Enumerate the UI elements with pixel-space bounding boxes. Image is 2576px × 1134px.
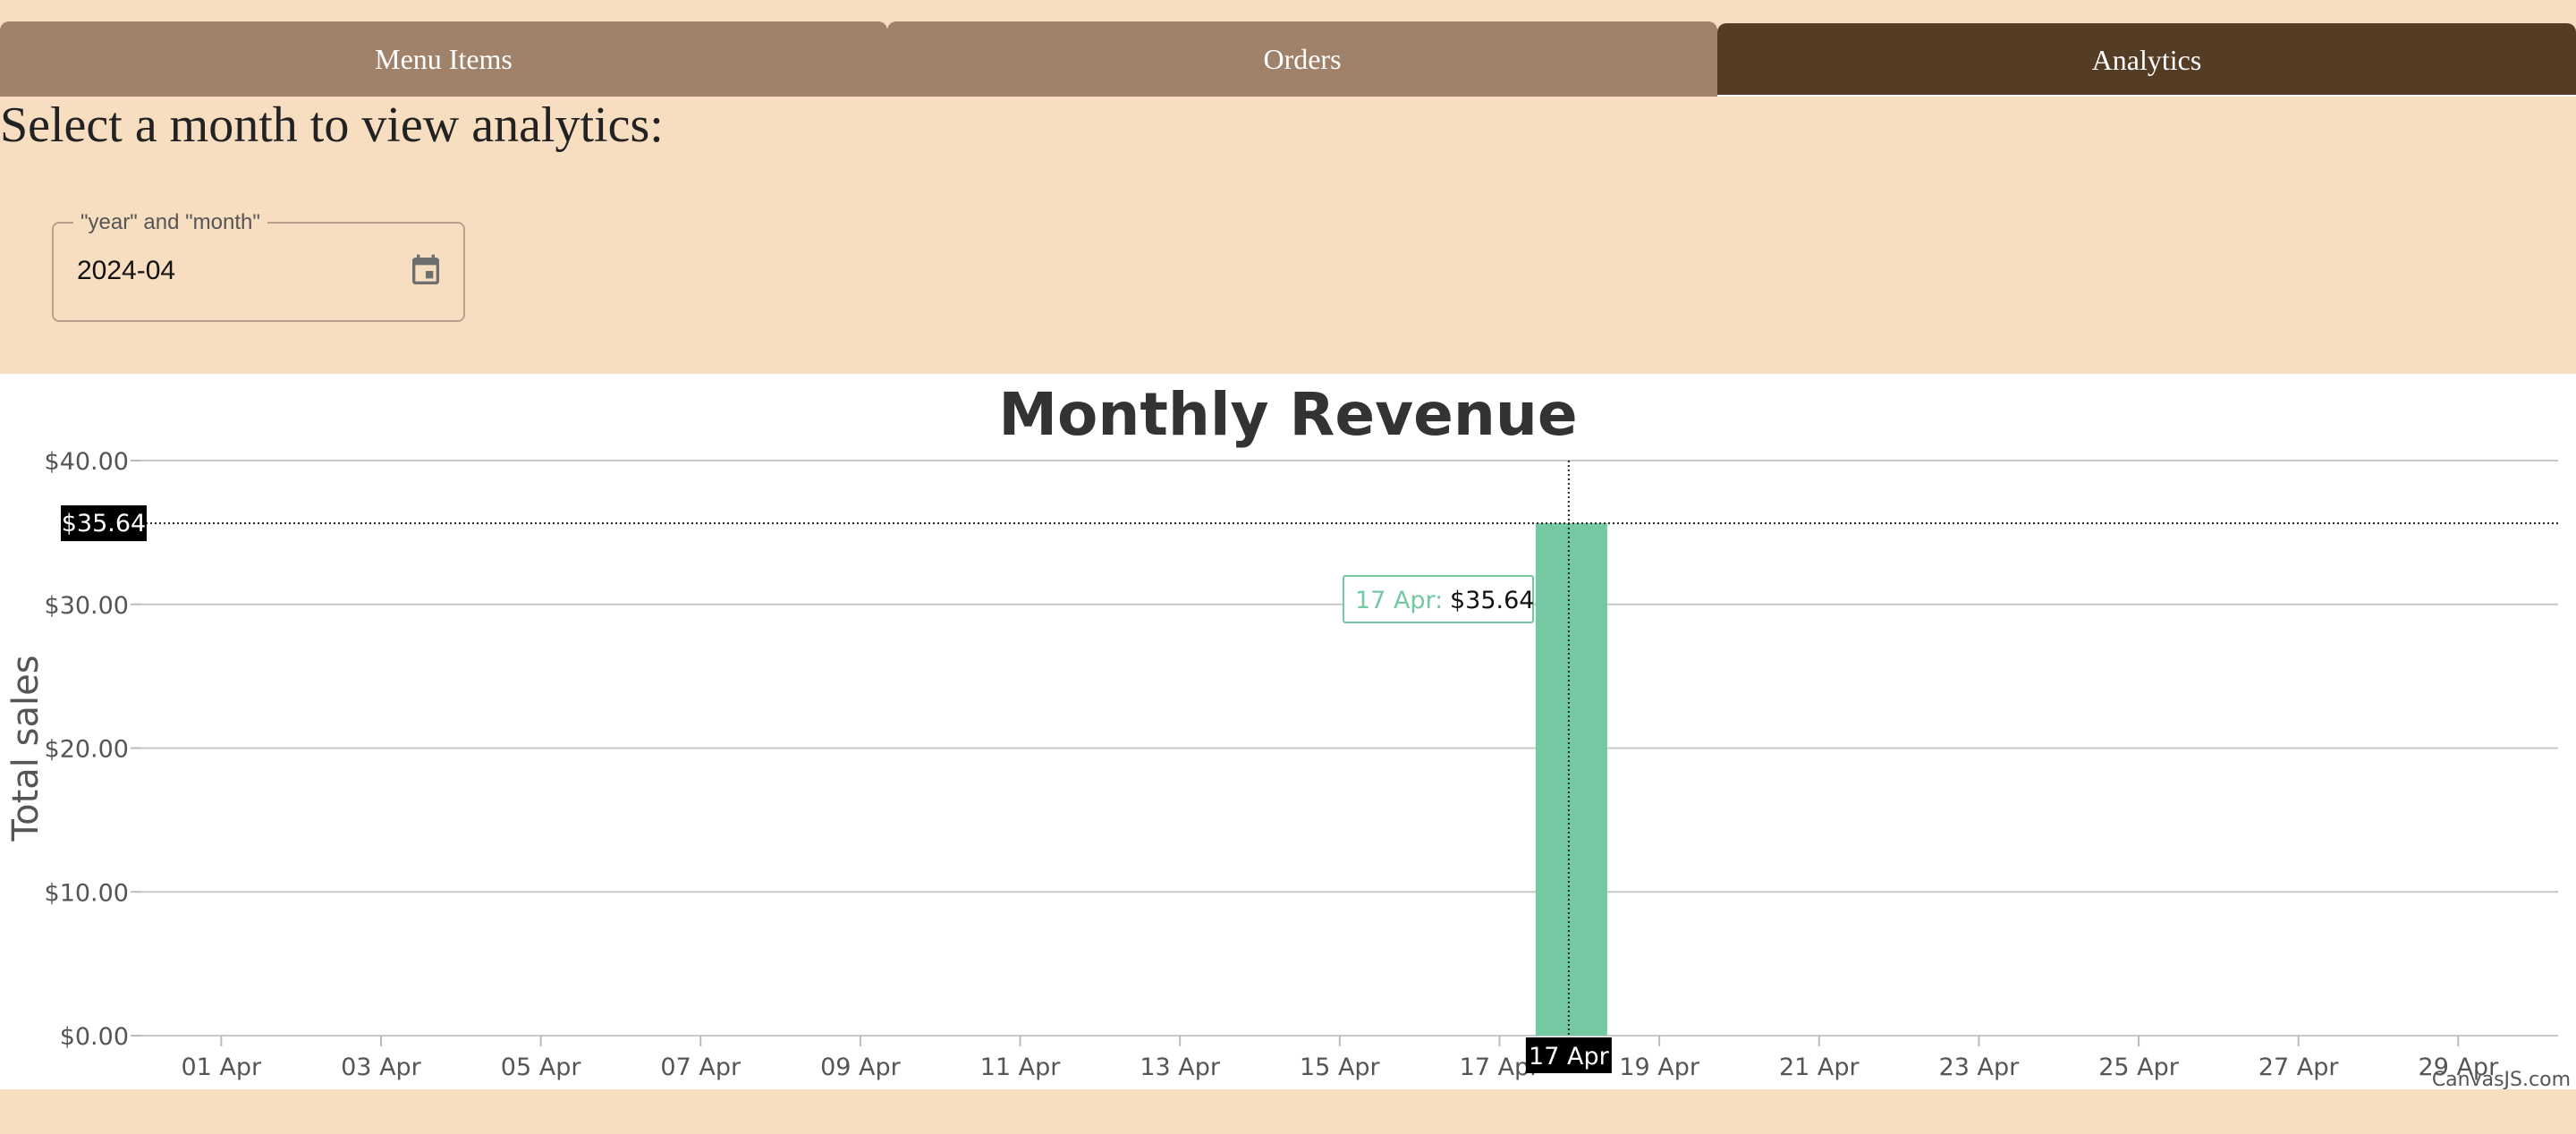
x-tick-label: 13 Apr — [1140, 1054, 1221, 1081]
month-input[interactable] — [77, 256, 399, 286]
x-tick-label: 27 Apr — [2258, 1054, 2340, 1081]
month-picker[interactable]: "year" and "month" — [52, 211, 465, 322]
tooltip-label: 17 Apr: — [1355, 587, 1443, 614]
chart-title: Monthly Revenue — [998, 380, 1577, 449]
active-tab-underline — [1717, 95, 2576, 97]
x-tick-label: 07 Apr — [660, 1054, 741, 1081]
canvasjs-credit: CanvasJS.com — [2432, 1069, 2571, 1089]
y-tick-label: $10.00 — [45, 879, 129, 907]
revenue-bar — [1535, 523, 1607, 1036]
crosshair-y-label: $35.64 — [62, 510, 146, 537]
x-tick-label: 11 Apr — [980, 1054, 1062, 1081]
x-tick-label: 03 Apr — [341, 1054, 422, 1081]
x-tick-label: 09 Apr — [820, 1054, 902, 1081]
page-prompt: Select a month to view analytics: — [0, 97, 664, 153]
y-tick-label: $40.00 — [45, 448, 129, 476]
revenue-chart-panel: Monthly Revenue $0.00 $10.00 $20.00 $30.00 $4… — [0, 374, 2576, 1089]
month-picker-label: "year" and "month" — [73, 211, 267, 234]
x-tick-label: 01 Apr — [181, 1054, 262, 1081]
x-tick-label: 23 Apr — [1939, 1054, 2021, 1081]
tab-menu-items[interactable]: Menu Items — [0, 21, 887, 97]
tab-orders[interactable]: Orders — [887, 21, 1717, 97]
x-tick-label: 19 Apr — [1619, 1054, 1700, 1081]
x-tick-label: 05 Apr — [501, 1054, 582, 1081]
y-tick-label: $30.00 — [45, 592, 129, 620]
x-tick-label: 15 Apr — [1300, 1054, 1381, 1081]
revenue-chart: Monthly Revenue $0.00 $10.00 $20.00 $30.00 $4… — [5, 380, 2571, 1089]
x-tick-label: 21 Apr — [1779, 1054, 1860, 1081]
y-tick-label: $20.00 — [45, 736, 129, 764]
y-axis-title: Total sales — [5, 655, 47, 842]
y-tick-label: $0.00 — [60, 1023, 129, 1051]
tab-analytics[interactable]: Analytics — [1717, 23, 2576, 97]
x-tick-label: 25 Apr — [2098, 1054, 2180, 1081]
tab-bar: Menu Items Orders Analytics — [0, 21, 2576, 97]
tooltip-value: $35.64 — [1450, 587, 1534, 614]
crosshair-x-label: 17 Apr — [1529, 1043, 1610, 1071]
calendar-icon[interactable] — [408, 252, 444, 290]
